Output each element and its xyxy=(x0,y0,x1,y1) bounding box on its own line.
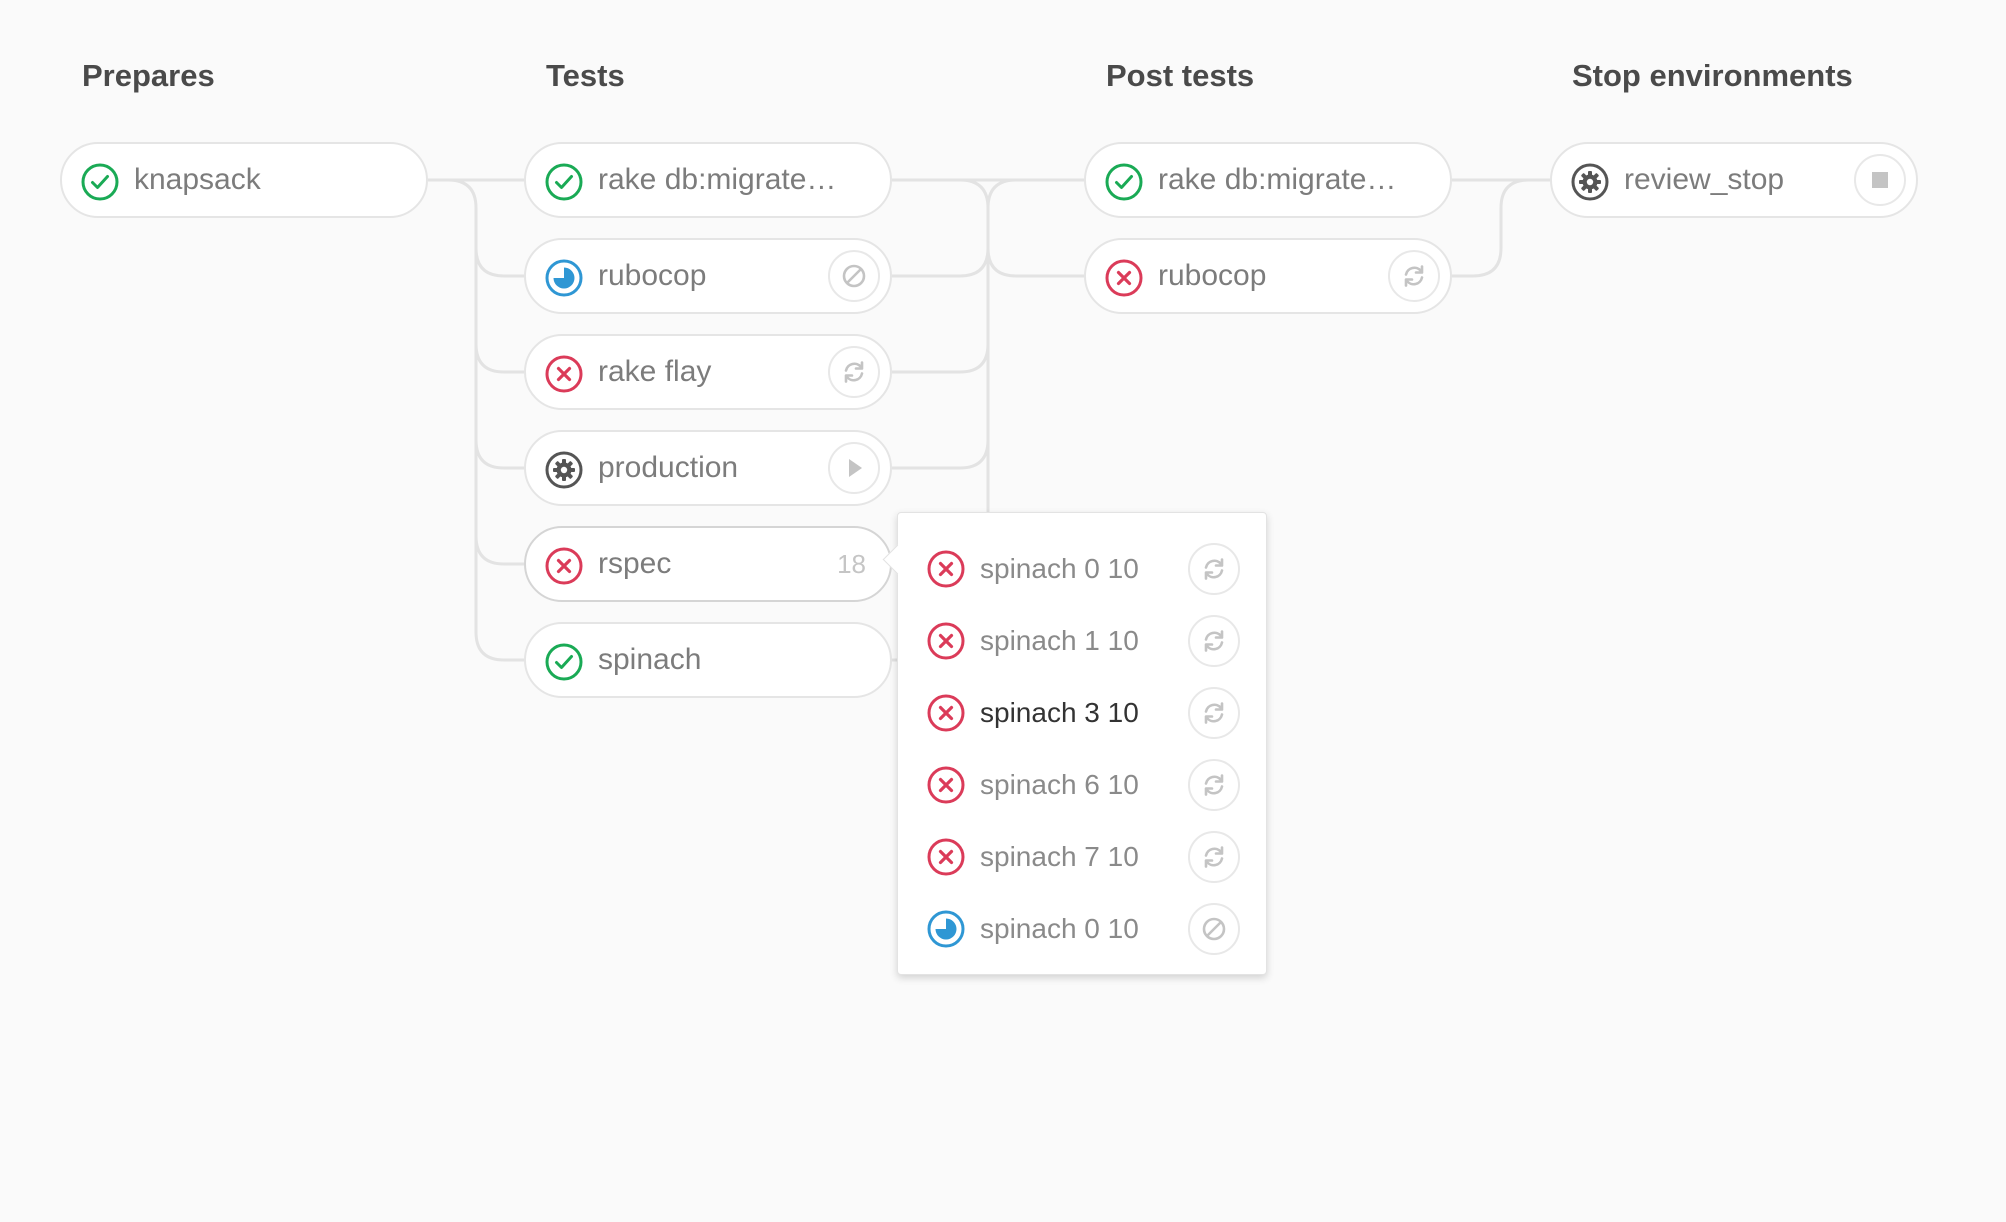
dropdown-job-name: spinach 0 10 xyxy=(980,913,1139,944)
dropdown-job-name: spinach 3 10 xyxy=(980,697,1139,728)
failed-icon xyxy=(926,837,966,877)
job-knapsack[interactable]: knapsack xyxy=(60,142,428,218)
failed-icon xyxy=(1104,258,1144,298)
job-name: rake db:migrate… xyxy=(1158,163,1397,196)
job-name: knapsack xyxy=(134,163,261,196)
job-review-stop[interactable]: review_stop xyxy=(1550,142,1918,218)
rspec-group-dropdown: spinach 0 10 spinach 1 10 spinach 3 10 spin… xyxy=(882,512,1267,975)
job-rake-flay[interactable]: rake flay xyxy=(524,334,892,410)
retry-icon xyxy=(1200,699,1228,727)
failed-icon xyxy=(544,546,584,586)
dropdown-job-item[interactable]: spinach 0 10 xyxy=(898,893,1266,965)
job-name: rake flay xyxy=(598,355,712,388)
job-name: rspec xyxy=(598,547,672,580)
dropdown-job-item[interactable]: spinach 0 10 xyxy=(898,533,1266,605)
check-circle-icon xyxy=(544,162,584,202)
retry-icon xyxy=(1200,771,1228,799)
job-name: spinach xyxy=(598,643,702,676)
retry-icon xyxy=(1200,627,1228,655)
cancel-button[interactable] xyxy=(1188,903,1240,955)
retry-button[interactable] xyxy=(1188,543,1240,595)
running-icon xyxy=(544,258,584,298)
cancel-icon xyxy=(1200,915,1228,943)
failed-icon xyxy=(544,354,584,394)
job-name: rubocop xyxy=(1158,259,1267,292)
job-group-count: 18 xyxy=(837,549,866,579)
play-button[interactable] xyxy=(828,442,880,494)
dropdown-job-name: spinach 1 10 xyxy=(980,625,1139,656)
retry-button[interactable] xyxy=(828,346,880,398)
pipeline-graph: Prepares Tests Post tests Stop environme… xyxy=(0,0,2006,1222)
retry-button[interactable] xyxy=(1188,615,1240,667)
gear-icon xyxy=(544,450,584,490)
retry-button[interactable] xyxy=(1388,250,1440,302)
job-production[interactable]: production xyxy=(524,430,892,506)
dropdown-job-item[interactable]: spinach 7 10 xyxy=(898,821,1266,893)
cancel-icon xyxy=(840,262,868,290)
job-rake-db-migrate[interactable]: rake db:migrate… xyxy=(1084,142,1452,218)
stop-icon xyxy=(1866,166,1894,194)
job-rspec[interactable]: rspec 18 xyxy=(524,526,892,602)
cancel-button[interactable] xyxy=(828,250,880,302)
check-circle-icon xyxy=(544,642,584,682)
dropdown-job-item[interactable]: spinach 3 10 xyxy=(898,677,1266,749)
check-circle-icon xyxy=(1104,162,1144,202)
dropdown-job-name: spinach 7 10 xyxy=(980,841,1139,872)
retry-button[interactable] xyxy=(1188,759,1240,811)
failed-icon xyxy=(926,693,966,733)
job-name: production xyxy=(598,451,739,484)
job-name: rubocop xyxy=(598,259,707,292)
stop-button[interactable] xyxy=(1854,154,1906,206)
failed-icon xyxy=(926,549,966,589)
dropdown-job-name: spinach 6 10 xyxy=(980,769,1139,800)
job-name: rake db:migrate… xyxy=(598,163,837,196)
stage-title-post-tests: Post tests xyxy=(1106,58,1255,93)
retry-icon xyxy=(1200,843,1228,871)
retry-button[interactable] xyxy=(1188,831,1240,883)
job-rake-db-migrate[interactable]: rake db:migrate… xyxy=(524,142,892,218)
dropdown-job-item[interactable]: spinach 6 10 xyxy=(898,749,1266,821)
stage-title-stop-environments: Stop environments xyxy=(1572,58,1853,93)
job-rubocop[interactable]: rubocop xyxy=(1084,238,1452,314)
retry-icon xyxy=(840,358,868,386)
stage-title-prepares: Prepares xyxy=(82,58,215,93)
dropdown-job-item[interactable]: spinach 1 10 xyxy=(898,605,1266,677)
job-name: review_stop xyxy=(1624,163,1785,196)
failed-icon xyxy=(926,621,966,661)
play-icon xyxy=(840,454,868,482)
dropdown-job-name: spinach 0 10 xyxy=(980,553,1139,584)
gear-icon xyxy=(1570,162,1610,202)
retry-button[interactable] xyxy=(1188,687,1240,739)
job-rubocop[interactable]: rubocop xyxy=(524,238,892,314)
retry-icon xyxy=(1200,555,1228,583)
job-spinach[interactable]: spinach xyxy=(524,622,892,698)
failed-icon xyxy=(926,765,966,805)
stage-title-tests: Tests xyxy=(546,58,625,93)
retry-icon xyxy=(1400,262,1428,290)
check-circle-icon xyxy=(80,162,120,202)
running-icon xyxy=(926,909,966,949)
